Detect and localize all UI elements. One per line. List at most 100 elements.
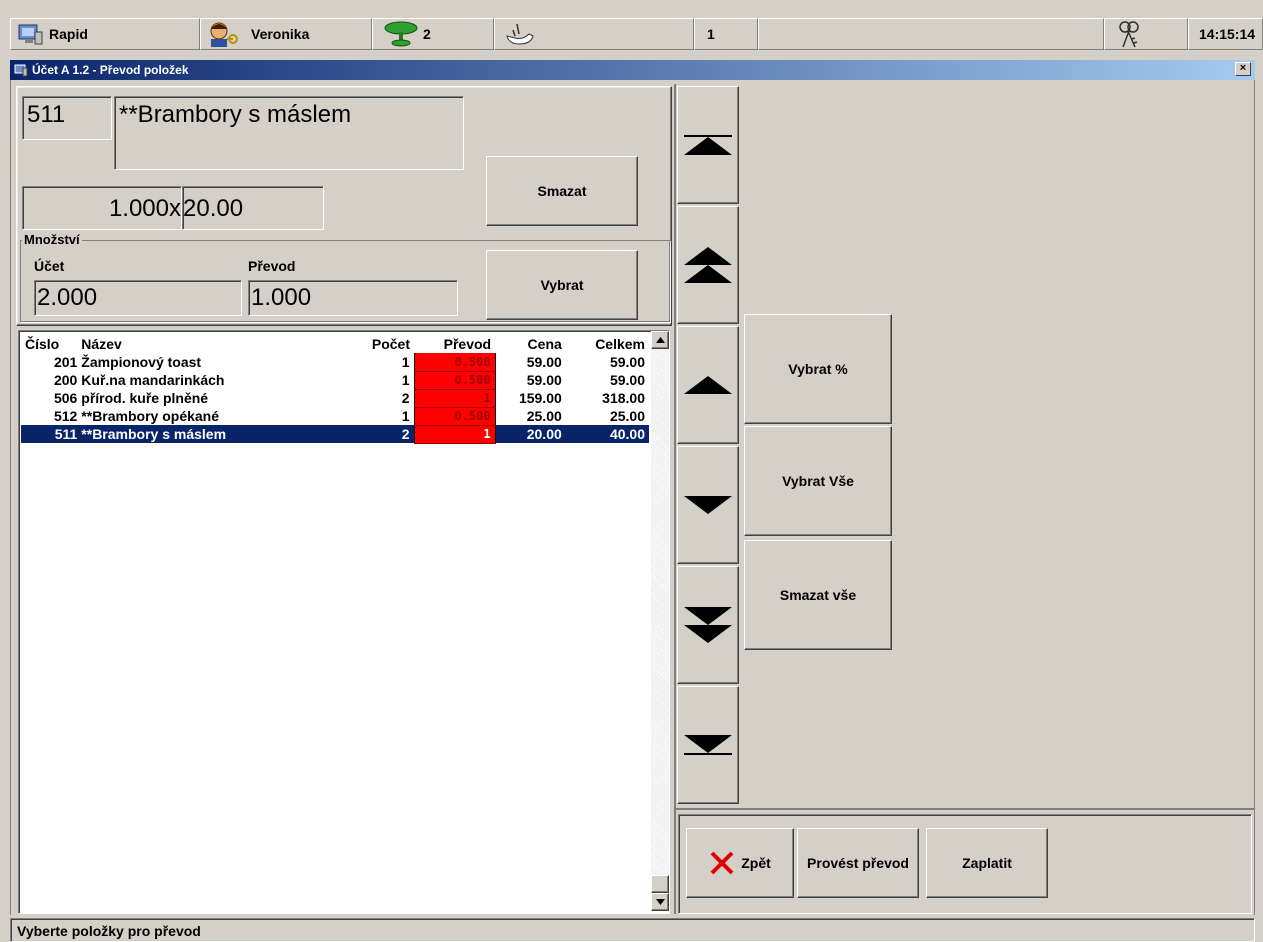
col-cena[interactable]: Cena: [495, 335, 566, 353]
close-x-icon: [710, 851, 734, 875]
cell-celkem: 25.00: [609, 408, 645, 424]
item-price: 20.00: [183, 195, 244, 222]
col-cislo[interactable]: Číslo: [21, 335, 81, 353]
first-icon: [684, 135, 732, 155]
nav-page-up-button[interactable]: [677, 206, 739, 324]
vybrat-vse-button[interactable]: Vybrat Vše: [744, 426, 892, 536]
col-prevod[interactable]: Převod: [414, 335, 495, 353]
cell-celkem: 59.00: [609, 354, 645, 370]
scroll-up-button[interactable]: [651, 331, 669, 349]
window-icon: [14, 64, 28, 77]
provest-prevod-label: Provést převod: [807, 855, 909, 871]
cell-cislo: 511: [21, 425, 82, 443]
smazat-vse-label: Smazat vše: [779, 587, 857, 603]
last-icon: [684, 735, 732, 755]
taskbar-clock: 14:15:14: [1188, 18, 1263, 50]
tables-count: 2: [423, 26, 431, 42]
table-scrollbar[interactable]: [651, 331, 669, 911]
vybrat-vse-label: Vybrat Vše: [782, 473, 854, 489]
taskbar-user[interactable]: Veronika: [200, 18, 372, 50]
item-qty-field: 1.000x: [22, 186, 182, 230]
prevod-field[interactable]: 1.000: [248, 280, 458, 316]
bottom-divider: [676, 808, 1254, 810]
status-message: Vyberte položky pro převod: [17, 923, 201, 939]
table-icon: [384, 21, 418, 47]
ucet-field[interactable]: 2.000: [34, 280, 242, 316]
zaplatit-label: Zaplatit: [962, 855, 1012, 871]
prevod-value: 1.000: [251, 284, 312, 311]
zaplatit-button[interactable]: Zaplatit: [926, 828, 1048, 898]
cell-cena: 159.00: [518, 390, 562, 406]
table-header-row: Číslo Název Počet Převod Cena Celkem: [21, 335, 649, 353]
cell-cena: 25.00: [526, 408, 562, 424]
close-button[interactable]: ×: [1235, 62, 1251, 76]
table-row[interactable]: 511 **Brambory s máslem 2 1 20.00 40.00: [21, 425, 649, 444]
taskbar-page: 1: [694, 18, 758, 50]
taskbar-app[interactable]: Rapid: [10, 18, 200, 50]
table-row[interactable]: 201 Žampionový toast 1 0.500 59.00 59.00: [21, 353, 649, 372]
item-qty: 1.000x: [108, 195, 181, 222]
nav-last-button[interactable]: [677, 686, 739, 804]
cell-pocet: 1: [401, 372, 410, 388]
vybrat-procent-button[interactable]: Vybrat %: [744, 314, 892, 424]
taskbar-app-label: Rapid: [49, 26, 88, 42]
keys-icon: [1119, 21, 1139, 48]
taskbar-tables[interactable]: 2: [372, 18, 494, 50]
window-titlebar: Účet A 1.2 - Převod položek ×: [10, 60, 1255, 80]
user-key-icon: [210, 22, 238, 47]
cell-pocet: 2: [401, 390, 410, 406]
status-bar: Vyberte položky pro převod: [10, 918, 1255, 942]
taskbar-user-label: Veronika: [251, 26, 310, 42]
vybrat-button[interactable]: Vybrat: [486, 250, 638, 320]
cell-nazev: přírod. kuře plněné: [81, 390, 209, 406]
table-row[interactable]: 512 **Brambory opékané 1 0.500 25.00 25.00: [21, 407, 649, 426]
vybrat-label: Vybrat: [540, 277, 584, 293]
taskbar-empty: [758, 18, 1104, 50]
col-pocet[interactable]: Počet: [341, 335, 414, 353]
table-row[interactable]: 200 Kuř.na mandarinkách 1 0.500 59.00 59.00: [21, 371, 649, 390]
cell-prevod[interactable]: 1: [413, 425, 496, 444]
zpet-button[interactable]: Zpět: [686, 828, 794, 898]
cell-prevod[interactable]: 0.500: [413, 371, 496, 390]
cell-cislo: 200: [53, 372, 78, 388]
clock: 14:15:14: [1199, 26, 1256, 42]
cell-nazev: **Brambory s máslem: [81, 425, 342, 443]
cell-cislo: 201: [53, 354, 78, 370]
cell-pocet: 2: [341, 425, 414, 443]
scroll-down-button[interactable]: [651, 893, 669, 911]
nav-down-button[interactable]: [677, 446, 739, 564]
app-root: Rapid Veronika 2 1 14:15:14 Účet A 1.2 -…: [0, 0, 1263, 942]
cell-prevod[interactable]: 0.500: [413, 407, 496, 426]
item-name: **Brambory s máslem: [119, 101, 352, 128]
mnozstvi-label: Množství: [22, 232, 82, 247]
close-icon: ×: [1239, 62, 1247, 74]
nav-first-button[interactable]: [677, 86, 739, 204]
item-code: 511: [27, 101, 66, 128]
taskbar-printer[interactable]: [494, 18, 694, 50]
smazat-label: Smazat: [537, 183, 587, 199]
nav-up-button[interactable]: [677, 326, 739, 444]
nav-page-down-button[interactable]: [677, 566, 739, 684]
cell-prevod[interactable]: 1: [413, 389, 496, 408]
computer-icon: [18, 24, 43, 45]
taskbar-keys[interactable]: [1104, 18, 1188, 50]
cell-prevod[interactable]: 0.500: [413, 353, 496, 372]
double-up-icon: [684, 247, 732, 283]
cell-cislo: 506: [53, 390, 78, 406]
cell-celkem: 59.00: [609, 372, 645, 388]
smazat-vse-button[interactable]: Smazat vše: [744, 540, 892, 650]
table-row[interactable]: 506 přírod. kuře plněné 2 1 159.00 318.00: [21, 389, 649, 408]
table-body: 201 Žampionový toast 1 0.500 59.00 59.00 200 Ku…: [21, 353, 649, 444]
provest-prevod-button[interactable]: Provést převod: [797, 828, 919, 898]
cell-celkem: 40.00: [565, 425, 649, 443]
up-icon: [684, 376, 732, 394]
col-nazev[interactable]: Název: [81, 335, 341, 353]
item-price-field: 20.00: [182, 186, 324, 230]
cell-cislo: 512: [53, 408, 78, 424]
scroll-thumb[interactable]: [651, 875, 669, 893]
col-celkem[interactable]: Celkem: [566, 335, 649, 353]
smazat-button[interactable]: Smazat: [486, 156, 638, 226]
page-number: 1: [707, 26, 715, 42]
ucet-label: Účet: [34, 258, 65, 274]
cell-pocet: 1: [401, 408, 410, 424]
